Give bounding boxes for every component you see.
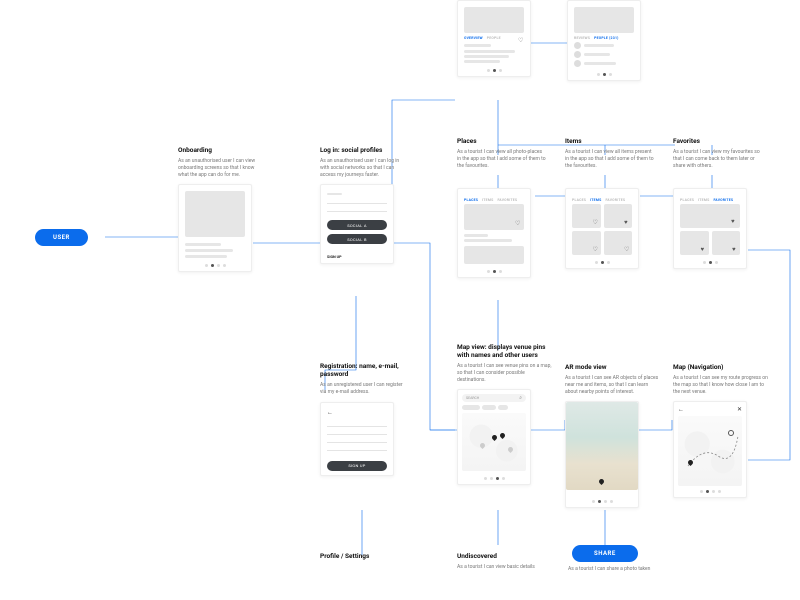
mapnav-title: Map (Navigation) [673,363,768,371]
group-armode: AR mode view As a tourist I can see AR o… [565,363,660,508]
favorite-icon[interactable] [593,248,599,254]
favorite-icon[interactable] [518,39,524,45]
tab-people[interactable]: PEOPLE [487,36,501,40]
favorite-icon[interactable] [731,220,737,226]
group-mapview: Map view: displays venue pins with names… [457,343,552,485]
places-desc: As a tourist I can view all photo-places… [457,149,547,169]
group-items: Items As a tourist I can view all items … [565,137,655,175]
search-icon[interactable] [519,395,522,401]
card-favorites-wrapper: PLACES ITEMS FAVORITES [673,188,747,269]
tab-items[interactable]: ITEMS [482,198,493,202]
back-icon[interactable] [327,410,333,416]
armode-title: AR mode view [565,363,660,371]
login-title: Log in: social profiles [320,146,400,154]
card-items: PLACES ITEMS FAVORITES [565,188,639,269]
card-armode [565,401,639,508]
group-undiscovered: Undiscovered As a tourist I can view bas… [457,552,552,577]
tab-favorites[interactable]: FAVORITES [605,198,625,202]
favorite-icon[interactable] [593,221,599,227]
tab-reviews[interactable]: REVIEWS [574,36,590,40]
card-favorites: PLACES ITEMS FAVORITES [673,188,747,269]
card-overview: OVERVIEW PEOPLE [457,0,531,77]
search-label: SEARCH [466,396,479,400]
favorite-icon[interactable] [701,248,707,254]
favorites-desc: As a tourist I can view my favourites so… [673,149,768,169]
places-title: Places [457,137,547,145]
items-desc: As a tourist I can view all items presen… [565,149,655,169]
card-places: PLACES ITEMS FAVORITES [457,188,531,278]
login-desc: As an unauthorised user I can log in wit… [320,158,400,178]
armode-desc: As a tourist I can see AR objects of pla… [565,375,660,395]
undiscovered-desc: As a tourist I can view basic details [457,564,552,571]
group-onboarding: Onboarding As an unauthorised user I can… [178,146,258,272]
card-mapview: SEARCH [457,389,531,485]
tab-favorites[interactable]: FAVORITES [497,198,517,202]
card-onboarding [178,184,252,272]
card-mapnav [673,401,747,498]
profile-title: Profile / Settings [320,552,369,560]
tab-overview[interactable]: OVERVIEW [464,36,483,40]
close-icon[interactable] [737,406,742,413]
tab-items[interactable]: ITEMS [698,198,709,202]
onboarding-title: Onboarding [178,146,258,154]
user-entry-pill: USER [35,229,88,246]
tab-people-count[interactable]: PEOPLE (231) [594,36,619,40]
card-login: SOCIAL A SOCIAL B SIGN UP [320,184,394,264]
group-places: Places As a tourist I can view all photo… [457,137,547,175]
onboarding-desc: As an unauthorised user I can view onboa… [178,158,258,178]
signup-button[interactable]: SIGN UP [327,461,387,471]
card-places-wrapper: PLACES ITEMS FAVORITES [457,188,531,278]
group-place-detail: OVERVIEW PEOPLE [457,0,531,77]
group-login: Log in: social profiles As an unauthoris… [320,146,400,264]
card-registration: SIGN UP [320,402,394,476]
tab-favorites[interactable]: FAVORITES [713,198,733,202]
group-mapnav: Map (Navigation) As a tourist I can see … [673,363,768,498]
tab-items[interactable]: ITEMS [590,198,601,202]
signup-link[interactable]: SIGN UP [327,254,387,259]
card-people: REVIEWS PEOPLE (231) [567,0,641,81]
user-entry-label: USER [53,234,70,241]
group-registration: Registration: name, e-mail, password As … [320,362,410,476]
tab-places[interactable]: PLACES [680,198,694,202]
undiscovered-title: Undiscovered [457,552,552,560]
card-items-wrapper: PLACES ITEMS FAVORITES [565,188,639,269]
share-pill[interactable]: SHARE [572,545,638,562]
favorites-title: Favorites [673,137,768,145]
mapview-title: Map view: displays venue pins with names… [457,343,552,359]
flow-connectors [0,0,800,600]
tab-places[interactable]: PLACES [464,198,478,202]
back-icon[interactable] [678,406,684,413]
items-title: Items [565,137,655,145]
tab-places[interactable]: PLACES [572,198,586,202]
social-b-button[interactable]: SOCIAL B [327,234,387,244]
share-desc: As a tourist I can share a photo taken [568,566,650,573]
registration-title: Registration: name, e-mail, password [320,362,410,378]
group-profile: Profile / Settings [320,552,369,564]
share-label: SHARE [594,550,616,557]
mapnav-desc: As a tourist I can see my route progress… [673,375,768,395]
mapview-desc: As a tourist I can see venue pins on a m… [457,363,552,383]
social-a-button[interactable]: SOCIAL A [327,220,387,230]
favorite-icon[interactable] [515,222,521,228]
group-place-people: REVIEWS PEOPLE (231) [567,0,641,81]
favorite-icon[interactable] [624,248,630,254]
registration-desc: As an unregistered user I can register v… [320,382,410,396]
group-favorites: Favorites As a tourist I can view my fav… [673,137,768,175]
favorite-icon[interactable] [624,221,630,227]
favorite-icon[interactable] [732,248,738,254]
